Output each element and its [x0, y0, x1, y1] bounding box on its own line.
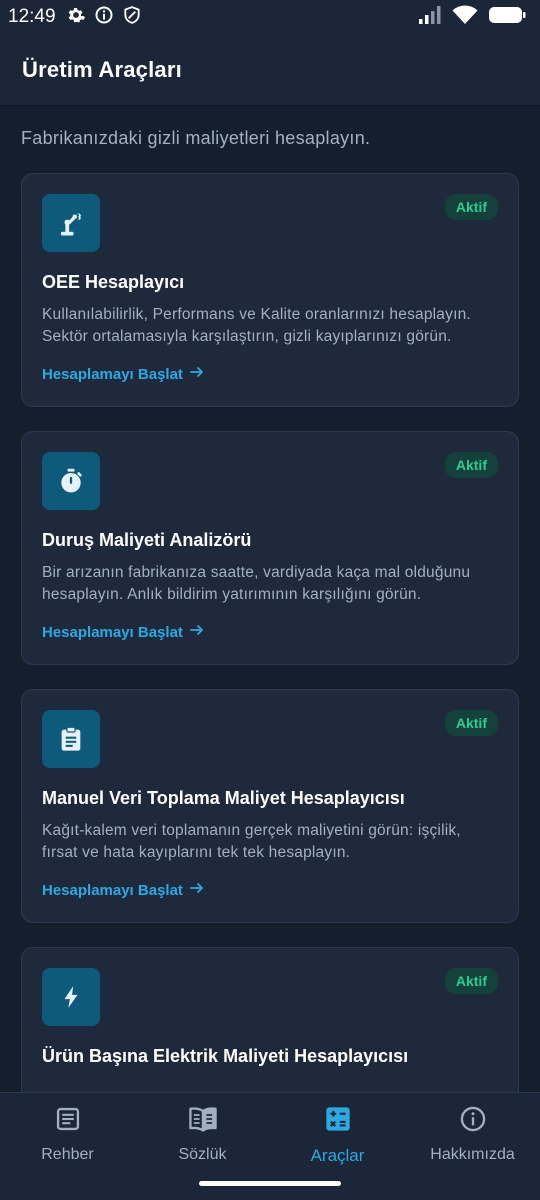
nav-label: Sözlük	[178, 1146, 227, 1163]
card-description: Kağıt-kalem veri toplamanın gerçek maliy…	[42, 822, 461, 861]
page-subtitle: Fabrikanızdaki gizli maliyetleri hesapla…	[21, 128, 371, 148]
book-icon	[187, 1105, 219, 1138]
start-calculation-link[interactable]: Hesaplamayı Başlat	[42, 880, 205, 900]
arrow-right-icon	[189, 364, 205, 384]
card-title: OEE Hesaplayıcı	[42, 272, 185, 292]
nav-item-araclar[interactable]: Araçlar	[270, 1093, 405, 1171]
tool-card-manual-data[interactable]: Aktif Manuel Veri Toplama Maliyet Hesapl…	[21, 689, 519, 923]
card-description: Bir arızanın fabrikanıza saatte, vardiya…	[42, 564, 471, 603]
start-calculation-link[interactable]: Hesaplamayı Başlat	[42, 622, 205, 642]
link-label: Hesaplamayı Başlat	[42, 365, 183, 383]
status-badge: Aktif	[444, 194, 498, 220]
signal-icon	[418, 5, 442, 30]
info-icon	[94, 5, 114, 30]
nav-label: Rehber	[41, 1146, 94, 1163]
tools-list[interactable]: Fabrikanızdaki gizli maliyetleri hesapla…	[0, 106, 540, 1092]
nav-label: Hakkımızda	[430, 1146, 515, 1163]
status-badge: Aktif	[444, 710, 498, 736]
calculator-icon	[324, 1105, 352, 1138]
nav-label: Araçlar	[310, 1146, 365, 1165]
nav-item-hakkimizda[interactable]: Hakkımızda	[405, 1093, 540, 1171]
robot-arm-icon	[42, 194, 100, 252]
article-icon	[54, 1105, 82, 1138]
status-time: 12:49	[8, 6, 56, 27]
nav-item-rehber[interactable]: Rehber	[0, 1093, 135, 1171]
wifi-icon	[452, 4, 478, 30]
tool-card-oee[interactable]: Aktif OEE Hesaplayıcı Kullanılabilirlik,…	[21, 173, 519, 407]
status-badge: Aktif	[444, 452, 498, 478]
gear-icon	[66, 5, 86, 30]
home-indicator[interactable]	[199, 1181, 341, 1186]
start-calculation-link[interactable]: Hesaplamayı Başlat	[42, 364, 205, 384]
arrow-right-icon	[189, 622, 205, 642]
tool-card-electricity[interactable]: Aktif Ürün Başına Elektrik Maliyeti Hesa…	[21, 947, 519, 1092]
card-title: Duruş Maliyeti Analizörü	[42, 530, 252, 550]
nav-item-sozluk[interactable]: Sözlük	[135, 1093, 270, 1171]
link-label: Hesaplamayı Başlat	[42, 881, 183, 899]
info-icon	[459, 1105, 487, 1138]
clipboard-icon	[42, 710, 100, 768]
stopwatch-icon	[42, 452, 100, 510]
tool-card-downtime[interactable]: Aktif Duruş Maliyeti Analizörü Bir arıza…	[21, 431, 519, 665]
page-title: Üretim Araçları	[22, 56, 182, 82]
card-description: Kullanılabilirlik, Performans ve Kalite …	[42, 306, 471, 345]
arrow-right-icon	[189, 880, 205, 900]
battery-icon	[488, 5, 526, 30]
card-title: Manuel Veri Toplama Maliyet Hesaplayıcıs…	[42, 788, 405, 808]
lightning-icon	[42, 968, 100, 1026]
shield-icon	[122, 5, 142, 30]
card-title: Ürün Başına Elektrik Maliyeti Hesaplayıc…	[42, 1046, 409, 1066]
status-bar: 12:49	[0, 0, 540, 34]
status-badge: Aktif	[444, 968, 498, 994]
link-label: Hesaplamayı Başlat	[42, 623, 183, 641]
app-bar: Üretim Araçları	[0, 34, 540, 106]
